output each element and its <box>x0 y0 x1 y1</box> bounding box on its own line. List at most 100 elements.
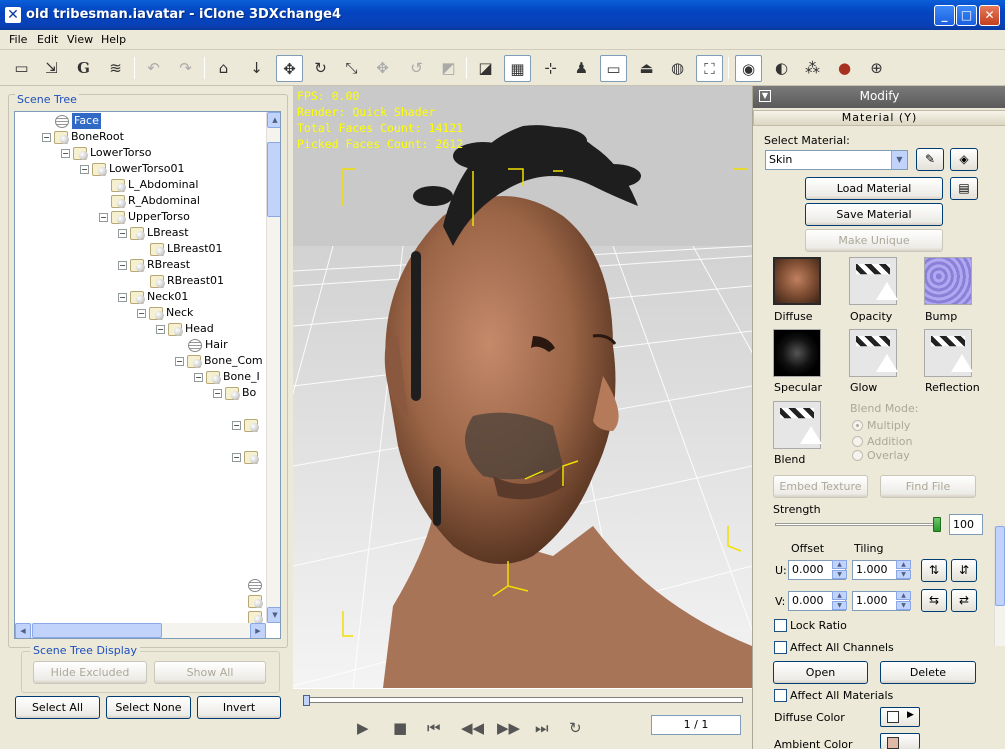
select-none-button[interactable]: Select None <box>106 696 191 719</box>
collapse-icon[interactable]: − <box>137 308 146 318</box>
paint-bucket-icon[interactable]: ◈ <box>950 148 978 171</box>
strength-input[interactable]: 100 <box>949 514 983 535</box>
eyedropper-icon[interactable]: ✎ <box>916 148 944 171</box>
move-icon[interactable]: ✥ <box>276 55 303 82</box>
select-all-button[interactable]: Select All <box>15 696 100 719</box>
tree-node-child[interactable] <box>248 577 265 593</box>
spin-up-icon[interactable]: ▲ <box>896 591 911 600</box>
tree-node-lbreast01[interactable]: LBreast01 <box>150 241 223 257</box>
affect-all-materials-checkbox[interactable] <box>774 689 787 702</box>
embed-texture-button[interactable]: Embed Texture <box>773 475 868 498</box>
g-icon[interactable]: G <box>70 55 97 82</box>
timeline-slider[interactable] <box>303 697 743 703</box>
scroll-down-icon[interactable]: ▼ <box>267 607 280 623</box>
collapse-icon[interactable]: − <box>80 164 89 174</box>
tree-node-head[interactable]: − Head <box>156 321 214 337</box>
collapse-icon[interactable]: ▼ <box>759 90 771 102</box>
lock-ratio-checkbox[interactable] <box>774 619 787 632</box>
tree-node-face[interactable]: Face <box>55 113 101 129</box>
convert-icon[interactable]: ≋ <box>102 55 129 82</box>
minimize-button[interactable]: _ <box>934 5 955 26</box>
spin-up-icon[interactable]: ▲ <box>896 560 911 569</box>
tree-node-lowertorso[interactable]: − LowerTorso <box>61 145 152 161</box>
fast-forward-icon[interactable]: ▶▶ <box>497 719 520 737</box>
collapse-icon[interactable]: − <box>118 228 127 238</box>
tree-node-bone-com[interactable]: − Bone_Com <box>175 353 263 369</box>
box-icon[interactable]: ◪ <box>472 55 499 82</box>
flip-v-icon[interactable]: ⇆ <box>921 589 947 612</box>
specular-texture-slot[interactable] <box>773 329 821 377</box>
3d-viewport[interactable]: FPS: 0.00 Render: Quick Shader Total Fac… <box>293 86 752 688</box>
scale-icon[interactable]: ⤡ <box>338 55 365 82</box>
spin-down-icon[interactable]: ▼ <box>896 601 911 610</box>
glow-texture-slot[interactable]: ! <box>849 329 898 377</box>
radio-overlay[interactable] <box>852 450 863 461</box>
blend-texture-slot[interactable]: ! <box>773 401 822 449</box>
tree-node-child[interactable]: − <box>232 417 261 433</box>
export-icon[interactable]: ⇲ <box>38 55 65 82</box>
tree-node-boneroot[interactable]: − BoneRoot <box>42 129 124 145</box>
scroll-thumb[interactable] <box>995 526 1005 606</box>
radio-multiply[interactable] <box>852 420 863 431</box>
scroll-thumb[interactable] <box>267 142 280 217</box>
collapse-icon[interactable]: − <box>156 324 165 334</box>
tree-node-bone-i[interactable]: − Bone_I <box>194 369 260 385</box>
transform-icon[interactable]: ✥ <box>369 55 396 82</box>
opacity-texture-slot[interactable]: ! <box>849 257 898 305</box>
tree-node-uppertorso[interactable]: − UpperTorso <box>99 209 190 225</box>
chevron-down-icon[interactable]: ▼ <box>891 151 907 169</box>
scroll-left-icon[interactable]: ◀ <box>15 623 31 638</box>
make-unique-button[interactable]: Make Unique <box>805 229 943 252</box>
loop-icon[interactable]: ↻ <box>569 719 582 737</box>
rotate-v-icon[interactable]: ⇄ <box>951 589 977 612</box>
strength-slider-handle[interactable] <box>933 517 941 532</box>
go-end-icon[interactable]: ⏭ <box>535 719 549 737</box>
menu-help[interactable]: Help <box>101 33 126 46</box>
tree-node-child[interactable] <box>248 593 265 609</box>
affect-all-channels-checkbox[interactable] <box>774 641 787 654</box>
scroll-right-icon[interactable]: ▶ <box>250 623 266 638</box>
collapse-icon[interactable]: − <box>232 452 241 462</box>
collapse-icon[interactable]: − <box>118 260 127 270</box>
tree-node-lowertorso01[interactable]: − LowerTorso01 <box>80 161 185 177</box>
tree-node-bo[interactable]: − Bo <box>213 385 256 401</box>
invert-button[interactable]: Invert <box>197 696 281 719</box>
globe-icon[interactable]: ◍ <box>664 55 691 82</box>
flip-u-icon[interactable]: ⇅ <box>921 559 947 582</box>
open-folder-icon[interactable]: ▤ <box>950 177 978 200</box>
collapse-icon[interactable]: − <box>118 292 127 302</box>
spin-up-icon[interactable]: ▲ <box>832 591 847 600</box>
tree-node-r-abdominal[interactable]: R_Abdominal <box>111 193 200 209</box>
hide-excluded-button[interactable]: Hide Excluded <box>33 661 147 684</box>
tree-node-l-abdominal[interactable]: L_Abdominal <box>111 177 198 193</box>
find-file-button[interactable]: Find File <box>880 475 976 498</box>
view-icon[interactable]: ▭ <box>600 55 627 82</box>
load-material-button[interactable]: Load Material <box>805 177 943 200</box>
open-button[interactable]: Open <box>773 661 868 684</box>
menu-view[interactable]: View <box>67 33 93 46</box>
panel-scrollbar[interactable] <box>994 526 1005 646</box>
bump-texture-slot[interactable] <box>924 257 972 305</box>
rotate-icon[interactable]: ↻ <box>307 55 334 82</box>
collapse-icon[interactable]: − <box>213 388 222 398</box>
scene-tree[interactable]: Face − BoneRoot − LowerTorso − LowerTorso01… <box>14 111 281 639</box>
collapse-icon[interactable]: − <box>99 212 108 222</box>
tree-horizontal-scrollbar[interactable]: ◀ ▶ <box>15 623 266 638</box>
rewind-icon[interactable]: ◀◀ <box>461 719 484 737</box>
play-icon[interactable]: ▶ <box>357 719 369 737</box>
home-icon[interactable]: ⌂ <box>210 55 237 82</box>
collapse-icon[interactable]: − <box>232 420 241 430</box>
reflection-texture-slot[interactable]: ! <box>924 329 973 377</box>
grid-icon[interactable]: ▦ <box>504 55 531 82</box>
color-icon[interactable]: ● <box>831 55 858 82</box>
tree-vertical-scrollbar[interactable]: ▲ ▼ <box>266 112 280 623</box>
spin-up-icon[interactable]: ▲ <box>832 560 847 569</box>
tree-node-lbreast[interactable]: − LBreast <box>118 225 189 241</box>
collapse-icon[interactable]: − <box>42 132 51 142</box>
bulb-icon[interactable]: ◉ <box>735 55 762 82</box>
maximize-button[interactable]: □ <box>956 5 977 26</box>
tree-node-neck01[interactable]: − Neck01 <box>118 289 188 305</box>
collapse-icon[interactable]: − <box>175 356 184 366</box>
timeline-handle[interactable] <box>303 695 310 706</box>
scroll-thumb[interactable] <box>32 623 162 638</box>
